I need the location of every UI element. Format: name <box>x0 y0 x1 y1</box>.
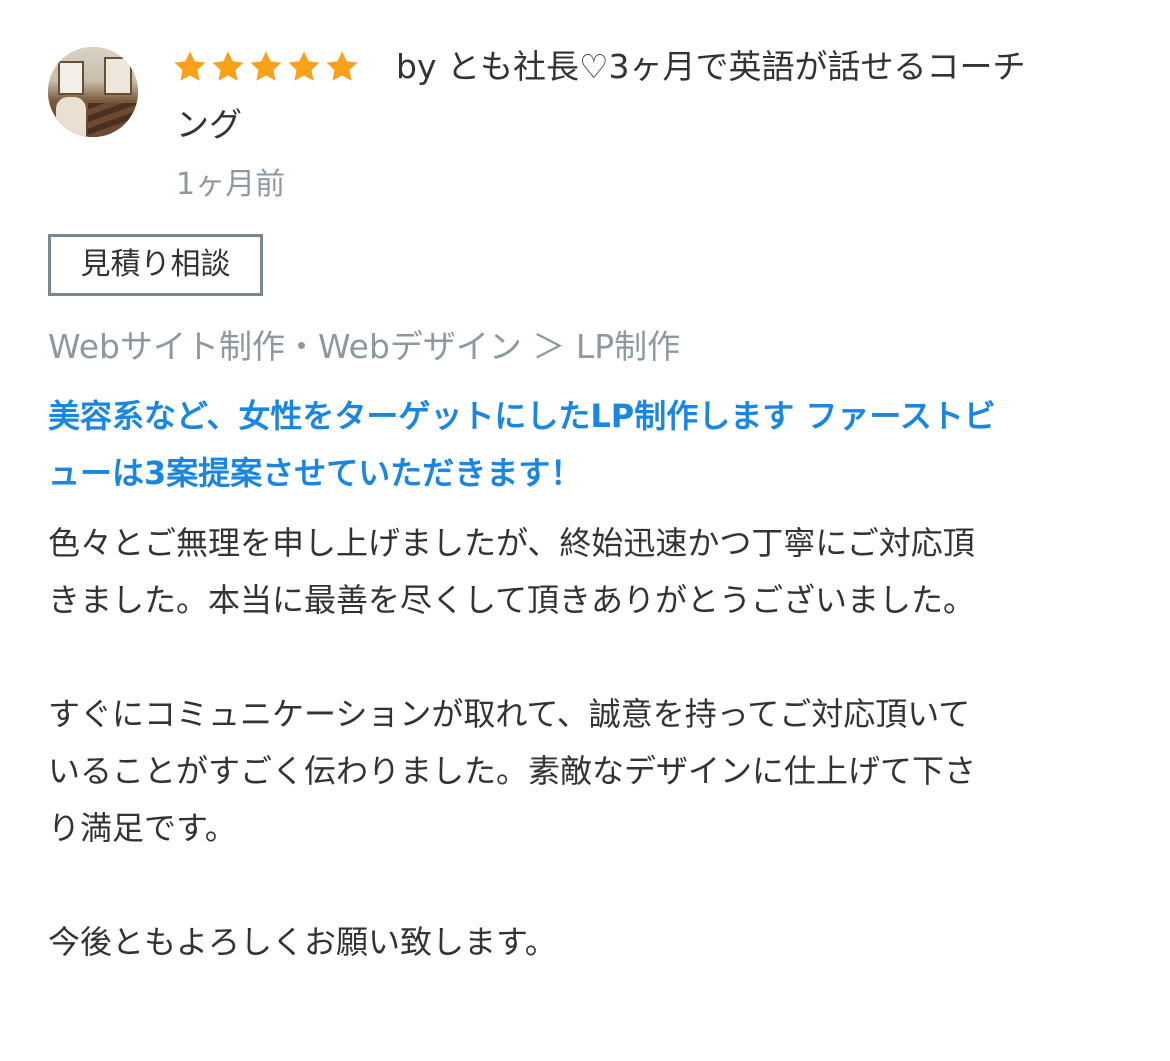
review-body-line: り満足です。 <box>48 809 237 847</box>
reviewer-name[interactable]: by とも社長♡3ヶ月で英語が話せるコーチ <box>396 40 1026 94</box>
review-body-line: きました。本当に最善を尽くして頂きありがとうございました。 <box>48 581 976 619</box>
review-tag: 見積り相談 <box>48 234 263 296</box>
review-body-line: 今後ともよろしくお願い致します。 <box>48 923 557 961</box>
star-icon <box>326 51 358 81</box>
star-icon <box>212 51 244 81</box>
review-body-line: すぐにコミュニケーションが取れて、誠意を持ってご対応頂いて <box>48 695 971 733</box>
service-title-line: ューは3案提案させていただきます！ <box>48 454 583 492</box>
review-card: by とも社長♡3ヶ月で英語が話せるコーチ ング 1ヶ月前 見積り相談 Webサ… <box>0 0 1170 1061</box>
reviewer-avatar[interactable] <box>48 47 138 137</box>
reviewer-name-continued[interactable]: ング <box>176 98 242 152</box>
service-title-line: 美容系など、女性をターゲットにしたLP制作します ファーストビ <box>48 397 996 435</box>
star-rating <box>172 46 360 88</box>
service-title-link[interactable]: 美容系など、女性をターゲットにしたLP制作します ファーストビ ューは3案提案さ… <box>48 388 1128 502</box>
star-icon <box>288 51 320 81</box>
review-body-line: 色々とご無理を申し上げましたが、終始迅速かつ丁寧にご対応頂 <box>48 524 975 562</box>
star-icon <box>250 51 282 81</box>
review-body: 色々とご無理を申し上げましたが、終始迅速かつ丁寧にご対応頂 きました。本当に最善… <box>48 515 1128 971</box>
review-body-line: いることがすごく伝わりました。素敵なデザインに仕上げて下さ <box>48 752 977 790</box>
star-icon <box>174 51 206 81</box>
category-breadcrumb[interactable]: Webサイト制作・Webデザイン ＞ LP制作 <box>48 322 680 372</box>
review-timestamp: 1ヶ月前 <box>176 167 286 202</box>
